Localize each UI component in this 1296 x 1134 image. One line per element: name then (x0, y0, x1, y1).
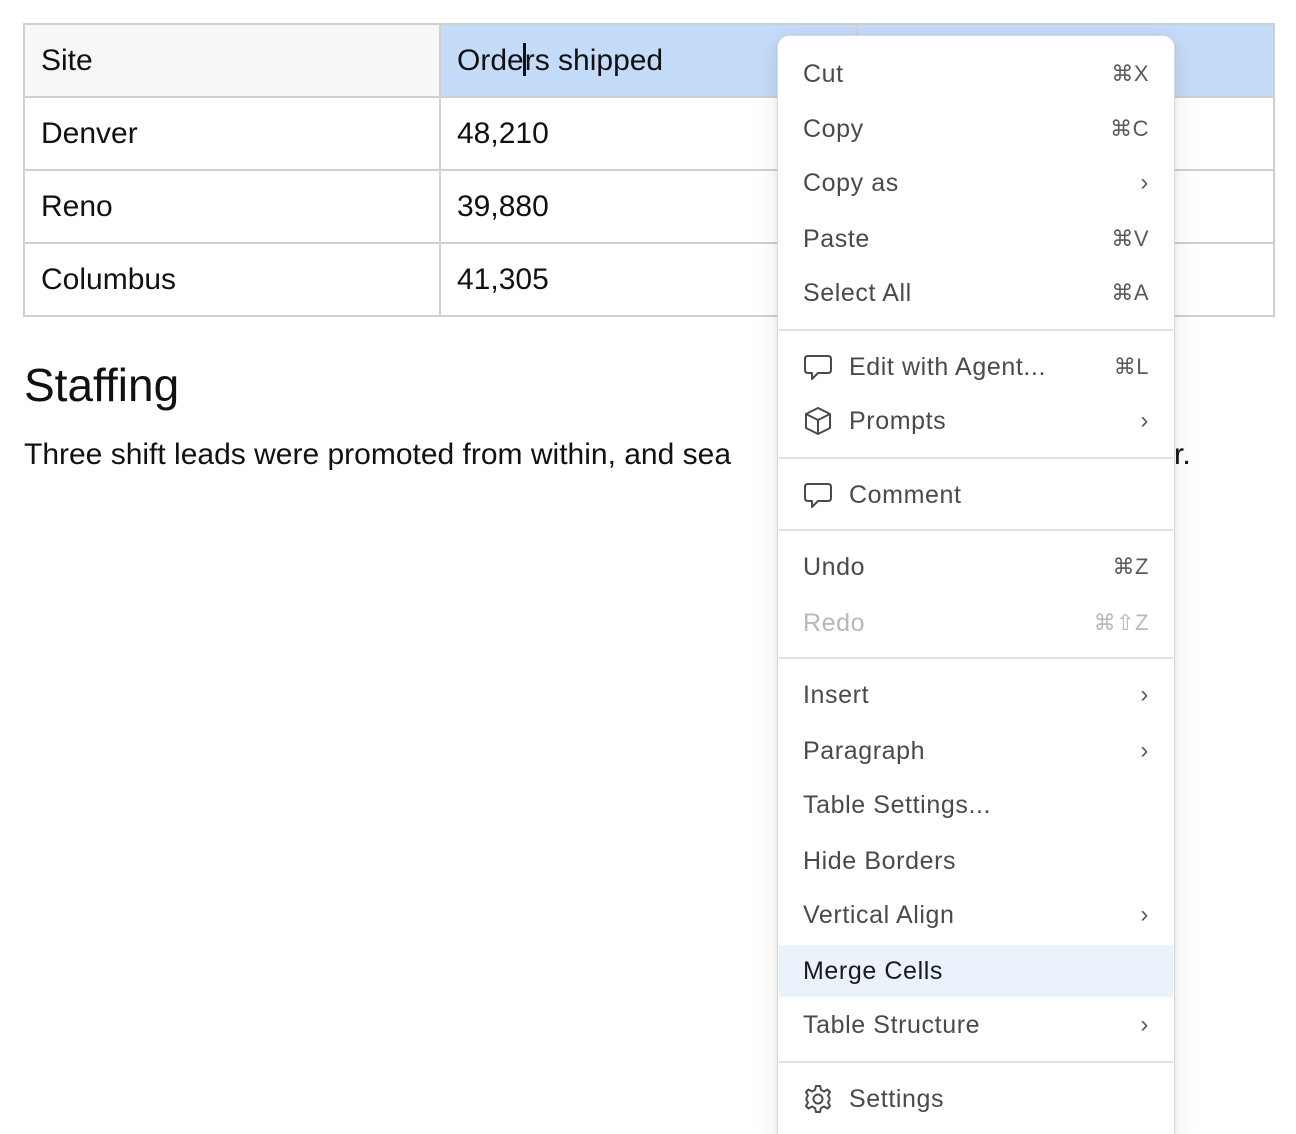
menu-item-copy[interactable]: Copy ⌘C (779, 103, 1173, 155)
menu-item-paste[interactable]: Paste ⌘V (779, 213, 1173, 265)
table-cell[interactable]: Columbus (23, 242, 441, 317)
shortcut-label: ⌘V (1111, 226, 1149, 251)
shortcut-label: ⌘⇧Z (1093, 610, 1149, 635)
menu-item-undo[interactable]: Undo ⌘Z (779, 541, 1173, 593)
chevron-right-icon: › (1140, 681, 1149, 708)
menu-item-label: Settings (849, 1084, 945, 1113)
section-heading: Staffing (24, 359, 180, 411)
comment-icon (803, 480, 833, 510)
menu-item-label: Paragraph (803, 736, 926, 765)
menu-item-merge-cells[interactable]: Merge Cells (779, 945, 1173, 997)
menu-item-edit-with-agent[interactable]: Edit with Agent... ⌘L (779, 341, 1173, 393)
table-cell[interactable]: Denver (23, 96, 441, 171)
table-header-cell[interactable]: Site (23, 23, 441, 98)
menu-item-label: Hide Borders (803, 846, 957, 875)
menu-item-label: Prompts (849, 406, 947, 435)
menu-item-redo: Redo ⌘⇧Z (779, 597, 1173, 649)
menu-item-label: Select All (803, 278, 912, 307)
menu-item-comment[interactable]: Comment (779, 469, 1173, 521)
menu-item-label: Table Structure (803, 1010, 981, 1039)
menu-separator (779, 657, 1173, 659)
menu-item-table-settings[interactable]: Table Settings... (779, 779, 1173, 831)
body-paragraph: Three shift leads were promoted from wit… (24, 438, 732, 471)
chevron-right-icon: › (1140, 901, 1149, 928)
menu-item-insert[interactable]: Insert › (779, 669, 1173, 721)
chevron-right-icon: › (1140, 169, 1149, 196)
menu-item-label: Insert (803, 680, 870, 709)
menu-separator (779, 529, 1173, 531)
menu-item-vertical-align[interactable]: Vertical Align › (779, 889, 1173, 941)
menu-item-label: Paste (803, 224, 870, 253)
shortcut-label: ⌘Z (1112, 554, 1149, 579)
comment-icon (803, 352, 833, 382)
menu-item-label: Comment (849, 480, 962, 509)
header-text-part1: Orde (457, 44, 524, 77)
menu-separator (779, 1061, 1173, 1063)
cube-icon (803, 406, 833, 436)
menu-item-label: Copy (803, 114, 864, 143)
shortcut-label: ⌘L (1113, 354, 1149, 379)
chevron-right-icon: › (1140, 737, 1149, 764)
menu-item-label: Merge Cells (803, 956, 943, 985)
menu-item-label: Table Settings... (803, 790, 992, 819)
body-paragraph-tail: r. (1174, 438, 1191, 471)
document-page: Site Orders shipped Denver 48,210 Reno 3… (0, 0, 1296, 1134)
menu-item-table-structure[interactable]: Table Structure › (779, 999, 1173, 1051)
shortcut-label: ⌘X (1111, 61, 1149, 86)
table-cell[interactable]: Reno (23, 169, 441, 244)
shortcut-label: ⌘C (1110, 116, 1149, 141)
menu-item-hide-borders[interactable]: Hide Borders (779, 835, 1173, 887)
shortcut-label: ⌘A (1111, 280, 1149, 305)
header-text-part2: rs shipped (524, 44, 664, 77)
menu-item-select-all[interactable]: Select All ⌘A (779, 267, 1173, 319)
gear-icon (803, 1084, 833, 1114)
menu-item-label: Redo (803, 608, 866, 637)
menu-item-paragraph[interactable]: Paragraph › (779, 725, 1173, 777)
menu-item-label: Vertical Align (803, 900, 955, 929)
menu-item-label: Cut (803, 59, 844, 88)
menu-item-copy-as[interactable]: Copy as › (779, 157, 1173, 209)
context-menu: Cut ⌘X Copy ⌘C Copy as › Paste ⌘V Select… (777, 35, 1175, 1134)
menu-item-label: Undo (803, 552, 866, 581)
menu-separator (779, 457, 1173, 459)
chevron-right-icon: › (1140, 1011, 1149, 1038)
menu-separator (779, 329, 1173, 331)
chevron-right-icon: › (1140, 407, 1149, 434)
menu-item-prompts[interactable]: Prompts › (779, 395, 1173, 447)
menu-item-cut[interactable]: Cut ⌘X (779, 48, 1173, 100)
menu-item-label: Copy as (803, 168, 899, 197)
menu-item-label: Edit with Agent... (849, 352, 1047, 381)
menu-item-settings[interactable]: Settings (779, 1073, 1173, 1125)
